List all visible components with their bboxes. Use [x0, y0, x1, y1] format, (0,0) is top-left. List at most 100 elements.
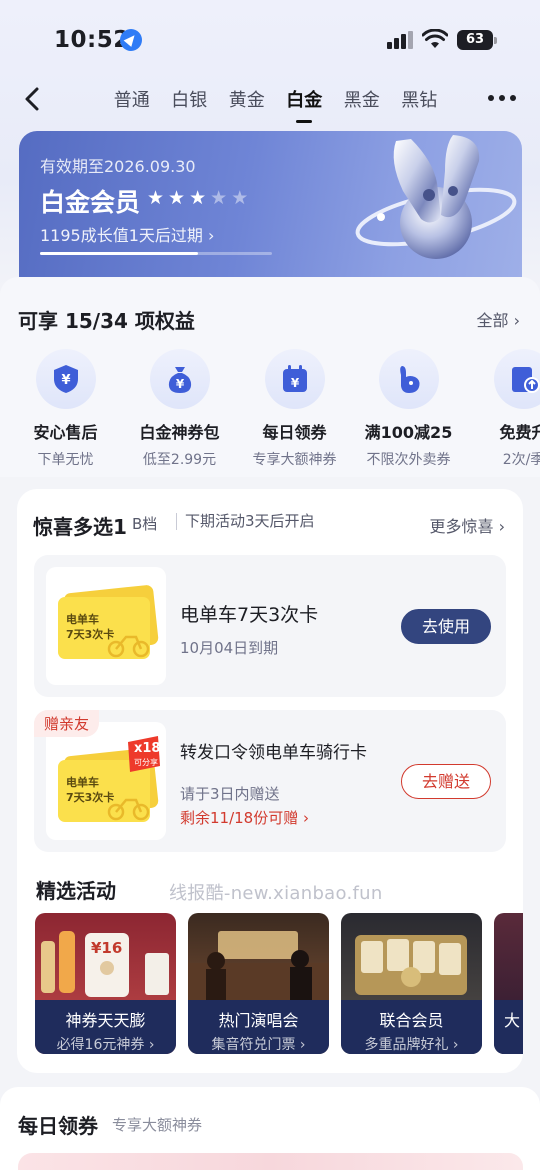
share-count-badge: x18	[134, 741, 161, 756]
card-valid-date: 有效期至2026.09.30	[40, 157, 196, 176]
location-arrow-icon	[120, 29, 142, 51]
gift-card-thumbnail: 电单车 7天3次卡 x18 可分享	[46, 722, 166, 840]
surprise-tier: B档	[132, 515, 158, 533]
benefit-item[interactable]: 满100减25 不限次外卖券	[351, 349, 466, 469]
activities-title: 精选活动	[36, 879, 116, 903]
activity-card[interactable]: ¥16 神券天天膨 必得16元神券 ›	[35, 913, 176, 1054]
benefit-name: 安心售后	[33, 423, 98, 442]
level-nav: 普通 白银 黄金 白金 黑金 黑钻	[0, 78, 540, 123]
calendar-yen-icon: ¥	[264, 349, 325, 409]
daily-coupon-subtitle: 专享大额神券	[112, 1116, 203, 1134]
card-level-name: 白金会员	[40, 188, 141, 217]
daily-coupon-banner[interactable]	[18, 1153, 523, 1170]
benefit-name: 满100减25	[364, 423, 453, 442]
benefit-item[interactable]: ¥ 白金神券包 低至2.99元	[122, 349, 237, 469]
activity-card[interactable]: 热门演唱会 集音符兑门票 ›	[188, 913, 329, 1054]
more-options-icon[interactable]	[488, 95, 516, 101]
tab-putong[interactable]: 普通	[103, 86, 161, 112]
use-button[interactable]: 去使用	[401, 609, 491, 644]
back-arrow-icon[interactable]	[22, 86, 42, 112]
concert-illustration	[188, 931, 329, 1003]
activity-sub: 必得16元神券 ›	[56, 1037, 155, 1053]
kangaroo-icon	[378, 349, 439, 409]
status-bar: 10:52 63	[0, 0, 540, 80]
gift-coupon-card[interactable]: 电单车 7天3次卡 x18 可分享 赠亲友 转发口令领电单车骑行卡 请于3日内赠…	[34, 710, 506, 852]
gift-remaining-link[interactable]: 剩余11/18份可赠 ›	[180, 807, 309, 828]
star-icon: ★	[210, 187, 228, 209]
activity-name: 热门演唱会	[218, 1011, 299, 1030]
activity-sub: 集音符兑门票 ›	[211, 1037, 306, 1053]
activity-sub: 多重品牌好礼 ›	[364, 1037, 459, 1053]
benefit-desc: 下单无忧	[37, 452, 94, 468]
activity-card[interactable]: 联合会员 多重品牌好礼 ›	[341, 913, 482, 1054]
share-badge-label: 可分享	[134, 758, 158, 767]
benefit-item[interactable]: 免费升 2次/季	[466, 349, 540, 469]
level-stars: ★ ★ ★ ★ ★	[147, 187, 248, 209]
star-icon: ★	[168, 187, 186, 209]
activity-label: 大	[494, 1000, 523, 1054]
card-text-1: 电单车	[66, 776, 99, 789]
surprise-panel: 惊喜多选1 B档 下期活动3天后开启 更多惊喜 › 电单车 7天3次卡 电单车7…	[17, 489, 523, 1073]
tab-baijin[interactable]: 白金	[276, 86, 334, 123]
gift-friend-flag: 赠亲友	[34, 710, 100, 737]
star-icon: ★	[231, 187, 249, 209]
activity-label: 热门演唱会 集音符兑门票 ›	[188, 1000, 329, 1054]
battery-indicator: 63	[457, 30, 497, 50]
benefit-name: 每日领券	[262, 423, 327, 442]
gift-deadline-note: 请于3日内赠送	[180, 785, 280, 803]
status-time: 10:52	[54, 27, 130, 53]
coupon-title: 电单车7天3次卡	[180, 604, 319, 626]
benefit-name: 白金神券包	[139, 423, 220, 442]
tab-heijin[interactable]: 黑金	[333, 86, 391, 112]
activity-name: 大	[504, 1011, 521, 1030]
benefit-item[interactable]: ¥ 每日领券 专享大额神券	[237, 349, 352, 469]
tab-baiyin[interactable]: 白银	[161, 86, 219, 112]
star-icon: ★	[147, 187, 165, 209]
activity-name: 联合会员	[379, 1011, 444, 1030]
benefit-item[interactable]: ¥ 安心售后 下单无忧	[8, 349, 123, 469]
activity-name: 神券天天膨	[65, 1011, 146, 1030]
benefit-desc: 2次/季	[502, 452, 540, 468]
svg-text:¥: ¥	[61, 373, 70, 388]
benefit-desc: 不限次外卖券	[366, 452, 451, 468]
surprise-next-period: 下期活动3天后开启	[176, 513, 315, 530]
star-icon: ★	[189, 187, 207, 209]
shield-yen-icon: ¥	[35, 349, 96, 409]
benefits-row: ¥ 安心售后 下单无忧 ¥ 白金神券包 低至2.99元 ¥ 每日领券 专享大额神…	[0, 349, 540, 469]
card-text-1: 电单车	[66, 613, 99, 626]
wifi-icon	[422, 29, 448, 48]
card-text-2: 7天3次卡	[66, 628, 115, 641]
ebike-card-thumbnail: 电单车 7天3次卡	[46, 567, 166, 685]
ebike-card-illustration	[58, 736, 160, 822]
tab-huangjin[interactable]: 黄金	[218, 86, 276, 112]
benefits-title: 可享 15/34 项权益	[18, 309, 195, 333]
tab-heizuan[interactable]: 黑钻	[391, 86, 449, 112]
gift-coupon-title: 转发口令领电单车骑行卡	[180, 743, 367, 763]
growth-expiry-link[interactable]: 1195成长值1天后过期 ›	[40, 222, 214, 246]
benefit-desc: 低至2.99元	[142, 452, 217, 468]
growth-progress-fill	[40, 252, 198, 255]
benefits-section: 可享 15/34 项权益 全部 › ¥ 安心售后 下单无忧 ¥ 白金神券包 低至…	[0, 277, 540, 477]
svg-text:¥: ¥	[175, 377, 184, 391]
benefits-all-link[interactable]: 全部 ›	[477, 307, 521, 331]
level-tabs: 普通 白银 黄金 白金 黑金 黑钻	[103, 86, 449, 123]
member-card[interactable]: 有效期至2026.09.30 白金会员 ★ ★ ★ ★ ★ 1195成长值1天后…	[19, 131, 522, 277]
money-bag-icon: ¥	[149, 349, 210, 409]
surprise-title: 惊喜多选1	[33, 515, 127, 539]
more-surprise-link[interactable]: 更多惊喜 ›	[430, 513, 506, 537]
activity-card[interactable]: 大	[494, 913, 523, 1054]
gift-button[interactable]: 去赠送	[401, 764, 491, 799]
activities-carousel: ¥16 神券天天膨 必得16元神券 › 热门演唱会 集音符兑门票 › 联合会员 …	[35, 913, 523, 1055]
benefit-name: 免费升	[499, 423, 540, 442]
platinum-badge-illustration	[355, 135, 517, 259]
cellular-signal-icon	[387, 31, 413, 49]
benefit-desc: 专享大额神券	[252, 452, 337, 468]
daily-coupon-section: 每日领券 专享大额神券	[0, 1087, 540, 1170]
svg-text:¥: ¥	[290, 376, 299, 390]
coupon-bottles-illustration	[41, 931, 169, 997]
watermark-text: 线报酷-new.xianbao.fun	[169, 883, 383, 904]
daily-coupon-title: 每日领券	[18, 1114, 98, 1138]
member-cards-illustration	[355, 935, 467, 995]
upgrade-card-icon	[493, 349, 540, 409]
coupon-card[interactable]: 电单车 7天3次卡 电单车7天3次卡 10月04日到期 去使用	[34, 555, 506, 697]
